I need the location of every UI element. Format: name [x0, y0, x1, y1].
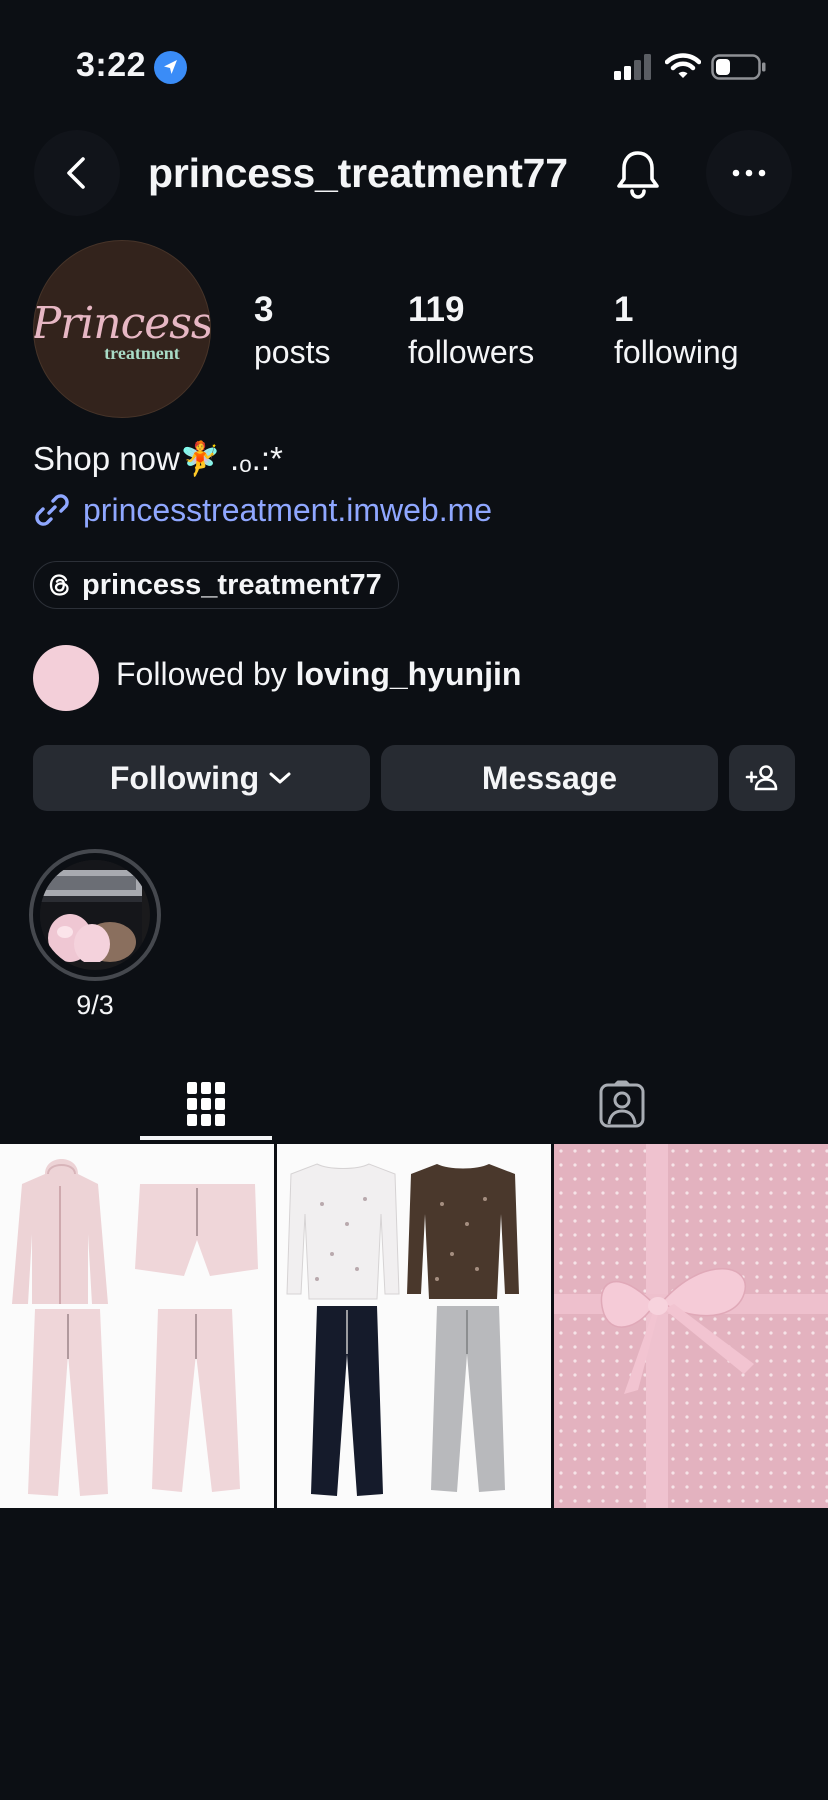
stat-following-label: following — [614, 334, 739, 370]
mutual-follower-avatar[interactable] — [33, 645, 99, 711]
post-thumbnail-2[interactable] — [277, 1144, 551, 1508]
stat-following[interactable]: 1 following — [614, 290, 739, 374]
stat-followers-label: followers — [408, 334, 535, 370]
link-icon — [35, 494, 69, 526]
chevron-down-icon — [269, 772, 291, 784]
profile-link[interactable]: princesstreatment.imweb.me — [33, 491, 492, 529]
stat-followers-value: 119 — [408, 290, 465, 329]
cellular-signal-icon — [614, 54, 651, 80]
chevron-left-icon — [67, 157, 85, 189]
avatar-logo-text: Princess — [33, 298, 211, 349]
followed-by-prefix: Followed by — [116, 656, 296, 692]
message-button[interactable]: Message — [381, 745, 718, 811]
message-button-label: Message — [481, 759, 618, 796]
threads-badge[interactable]: princess_treatment77 — [33, 561, 399, 609]
profile-bio: Shop now🧚 .ₒ.:* — [33, 440, 283, 477]
profile-link-text: princesstreatment.imweb.me — [83, 491, 493, 528]
stat-posts-value: 3 — [254, 290, 274, 329]
profile-avatar[interactable]: Princess treatment — [33, 240, 211, 418]
tab-active-indicator — [140, 1136, 272, 1140]
back-button[interactable] — [34, 130, 120, 216]
threads-icon — [49, 574, 69, 596]
story-highlight-label: 9/3 — [76, 990, 114, 1020]
add-person-icon — [745, 765, 778, 791]
story-highlight-thumbnail — [40, 860, 150, 970]
battery-icon — [711, 54, 766, 80]
notifications-button[interactable] — [604, 144, 672, 204]
grid-icon — [187, 1082, 225, 1126]
wifi-icon — [665, 53, 701, 78]
page-title: princess_treatment77 — [148, 150, 568, 196]
followed-by-user: loving_hyunjin — [295, 656, 522, 692]
threads-handle: princess_treatment77 — [82, 568, 382, 601]
stat-posts-label: posts — [254, 334, 331, 370]
avatar-logo-subtext: treatment — [104, 343, 180, 363]
following-button[interactable]: Following — [33, 745, 370, 811]
stat-following-value: 1 — [614, 290, 634, 329]
more-options-button[interactable] — [706, 130, 792, 216]
stat-posts[interactable]: 3 posts — [254, 290, 330, 374]
story-highlight[interactable] — [29, 849, 161, 981]
tab-tagged[interactable] — [556, 1068, 688, 1140]
location-arrow-icon — [154, 51, 187, 84]
stat-followers[interactable]: 119 followers — [408, 290, 534, 374]
post-thumbnail-3[interactable] — [554, 1144, 828, 1508]
status-time: 3:22 — [76, 46, 147, 84]
tagged-user-icon — [599, 1080, 645, 1128]
tab-posts-grid[interactable] — [140, 1068, 272, 1140]
post-thumbnail-1[interactable] — [0, 1144, 274, 1508]
suggested-accounts-button[interactable] — [729, 745, 795, 811]
following-button-label: Following — [109, 759, 260, 796]
followed-by-text[interactable]: Followed by loving_hyunjin — [116, 656, 521, 693]
more-horizontal-icon — [732, 169, 766, 177]
bell-icon — [617, 151, 659, 199]
